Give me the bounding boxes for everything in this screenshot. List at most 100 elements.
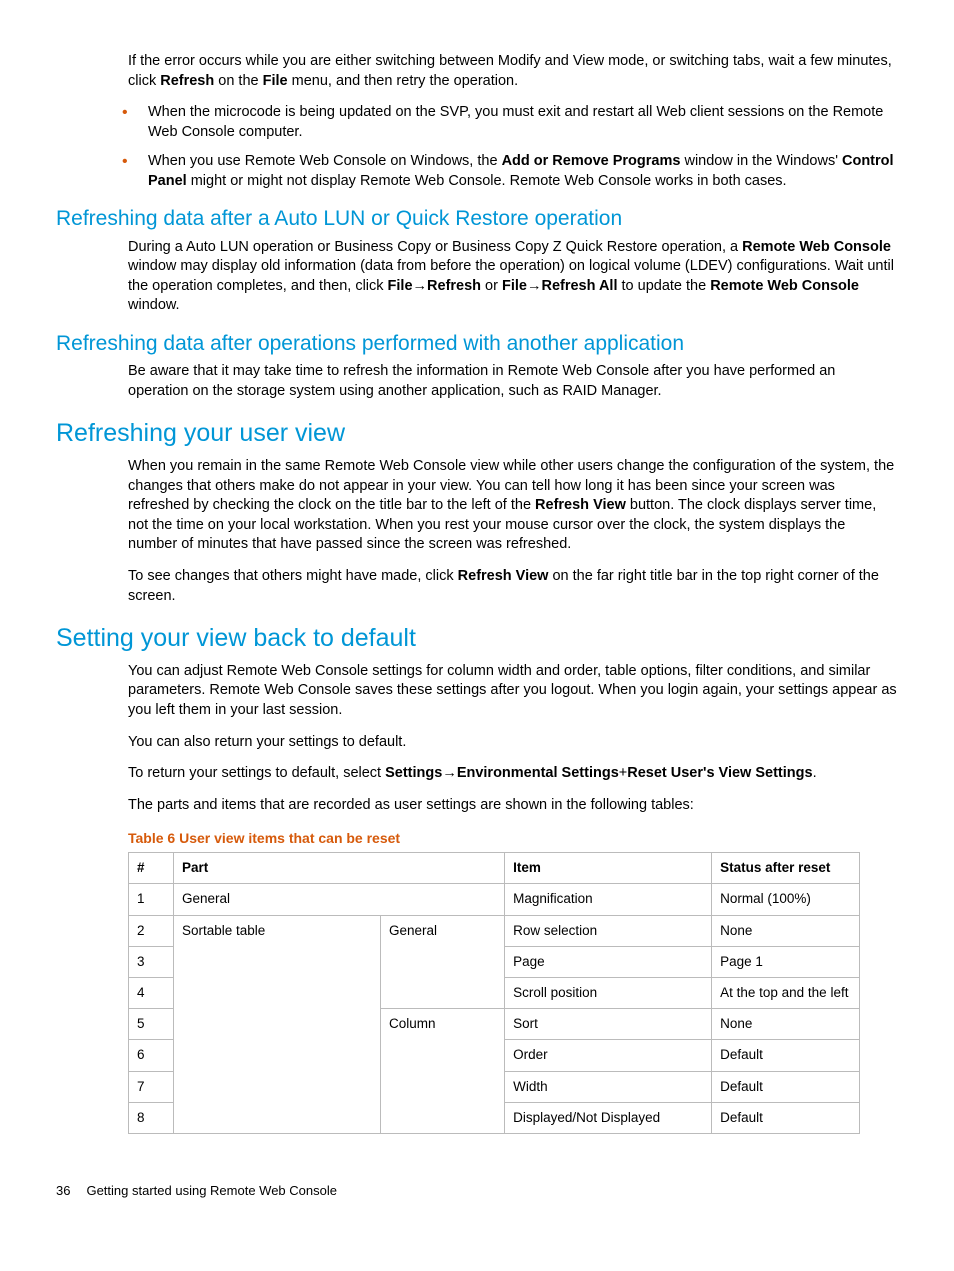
text: or (481, 278, 502, 294)
bold-text: Refresh (427, 278, 481, 294)
cell: 7 (129, 1071, 174, 1102)
paragraph: During a Auto LUN operation or Business … (128, 238, 898, 316)
table-row: 4 Scroll position At the top and the lef… (129, 978, 860, 1009)
paragraph: The parts and items that are recorded as… (128, 796, 898, 816)
col-part: Part (174, 853, 505, 884)
table-row: 1 General Magnification Normal (100%) (129, 884, 860, 915)
cell (381, 1102, 505, 1133)
text: might or might not display Remote Web Co… (187, 173, 787, 189)
arrow-icon: → (527, 278, 542, 294)
cell: Default (712, 1040, 860, 1071)
cell: 8 (129, 1102, 174, 1133)
cell: 3 (129, 946, 174, 977)
col-num: # (129, 853, 174, 884)
cell (174, 978, 381, 1009)
cell (381, 1040, 505, 1071)
file-label: File (263, 73, 288, 89)
page-number: 36 (56, 1183, 70, 1198)
footer-text: Getting started using Remote Web Console (86, 1183, 337, 1198)
bold-text: File (388, 278, 413, 294)
section-heading: Refreshing data after a Auto LUN or Quic… (56, 205, 898, 233)
cell (174, 1071, 381, 1102)
bold-text: Reset User's View Settings (627, 765, 812, 781)
text: to update the (617, 278, 710, 294)
cell: None (712, 915, 860, 946)
text: window in the Windows' (680, 153, 842, 169)
cell: 1 (129, 884, 174, 915)
cell: Width (505, 1071, 712, 1102)
bold-text: Refresh All (541, 278, 617, 294)
cell (174, 1102, 381, 1133)
table-row: 6 Order Default (129, 1040, 860, 1071)
cell: 2 (129, 915, 174, 946)
text: When you use Remote Web Console on Windo… (148, 153, 502, 169)
page-footer: 36 Getting started using Remote Web Conso… (56, 1182, 898, 1200)
text: To return your settings to default, sele… (128, 765, 385, 781)
cell (381, 1071, 505, 1102)
cell: Order (505, 1040, 712, 1071)
paragraph: To see changes that others might have ma… (128, 567, 898, 606)
table-row: 5 Column Sort None (129, 1009, 860, 1040)
table-row: 7 Width Default (129, 1071, 860, 1102)
intro-paragraph: If the error occurs while you are either… (128, 52, 898, 91)
bold-text: File (502, 278, 527, 294)
cell (174, 1009, 381, 1040)
paragraph: You can also return your settings to def… (128, 733, 898, 753)
section-heading: Refreshing your user view (56, 417, 898, 451)
col-item: Item (505, 853, 712, 884)
bold-text: Settings (385, 765, 442, 781)
paragraph: To return your settings to default, sele… (128, 764, 898, 784)
cell (174, 946, 381, 977)
text: on the (214, 73, 262, 89)
cell (381, 946, 505, 977)
text: When the microcode is being updated on t… (148, 104, 883, 140)
list-item: When you use Remote Web Console on Windo… (56, 152, 898, 191)
arrow-icon: → (442, 765, 457, 781)
cell: Page 1 (712, 946, 860, 977)
paragraph: When you remain in the same Remote Web C… (128, 457, 898, 555)
table-row: 3 Page Page 1 (129, 946, 860, 977)
cell: 4 (129, 978, 174, 1009)
cell: Sortable table (174, 915, 381, 946)
table-header-row: # Part Item Status after reset (129, 853, 860, 884)
col-status: Status after reset (712, 853, 860, 884)
text: During a Auto LUN operation or Business … (128, 239, 742, 255)
cell: General (174, 884, 505, 915)
cell: Default (712, 1102, 860, 1133)
section-heading: Setting your view back to default (56, 622, 898, 656)
text: menu, and then retry the operation. (288, 73, 519, 89)
list-item: When the microcode is being updated on t… (56, 103, 898, 142)
refresh-label: Refresh (160, 73, 214, 89)
cell: 6 (129, 1040, 174, 1071)
cell: None (712, 1009, 860, 1040)
cell: Magnification (505, 884, 712, 915)
bold-text: Add or Remove Programs (502, 153, 681, 169)
bold-text: Remote Web Console (742, 239, 891, 255)
cell (381, 978, 505, 1009)
cell: Default (712, 1071, 860, 1102)
text: window. (128, 297, 180, 313)
cell: Column (381, 1009, 505, 1040)
cell: Displayed/Not Displayed (505, 1102, 712, 1133)
table-title: Table 6 User view items that can be rese… (128, 829, 898, 848)
cell (174, 1040, 381, 1071)
section-heading: Refreshing data after operations perform… (56, 330, 898, 358)
bold-text: Refresh View (535, 497, 626, 513)
reset-table: # Part Item Status after reset 1 General… (128, 852, 860, 1134)
cell: Sort (505, 1009, 712, 1040)
cell: Page (505, 946, 712, 977)
cell: Scroll position (505, 978, 712, 1009)
plus-icon: + (619, 765, 627, 781)
cell: Normal (100%) (712, 884, 860, 915)
bold-text: Remote Web Console (710, 278, 859, 294)
cell: Row selection (505, 915, 712, 946)
arrow-icon: → (413, 278, 428, 294)
table-row: 8 Displayed/Not Displayed Default (129, 1102, 860, 1133)
table-row: 2 Sortable table General Row selection N… (129, 915, 860, 946)
cell: General (381, 915, 505, 946)
paragraph: Be aware that it may take time to refres… (128, 362, 898, 401)
text: . (813, 765, 817, 781)
bullet-list: When the microcode is being updated on t… (56, 103, 898, 191)
cell: 5 (129, 1009, 174, 1040)
cell: At the top and the left (712, 978, 860, 1009)
